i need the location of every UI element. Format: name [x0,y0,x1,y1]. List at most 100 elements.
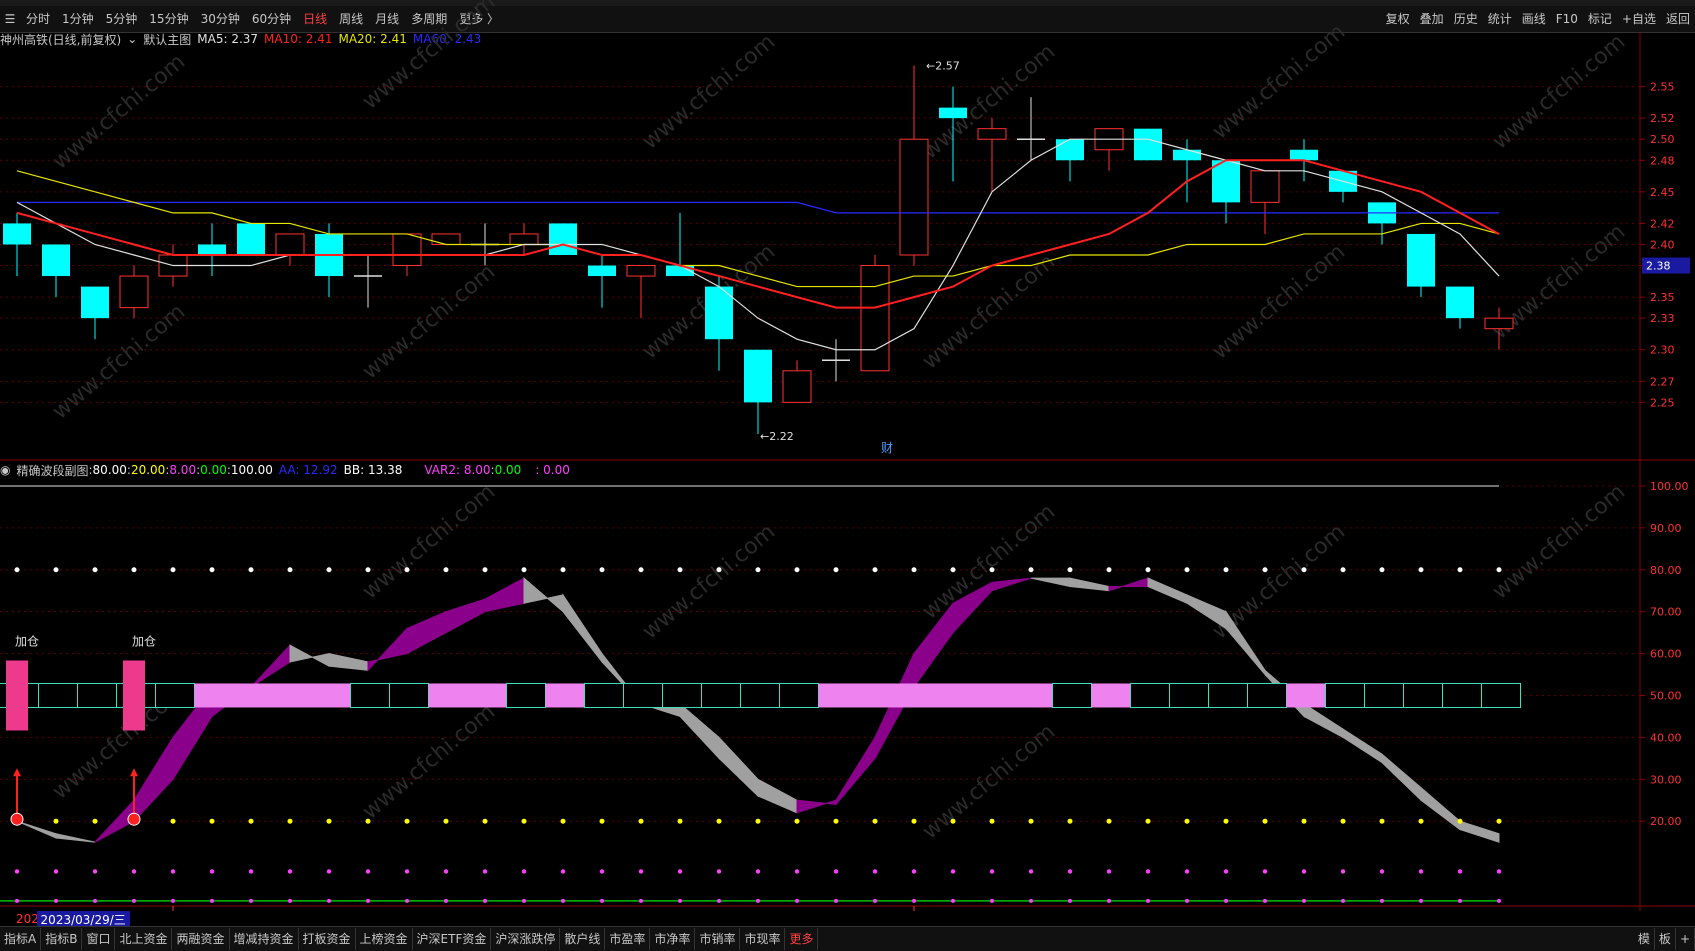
level-dot [1184,818,1190,824]
level-dot [131,567,137,573]
sub-tick-label: 20.00 [1650,815,1682,828]
bottom-tab-10[interactable]: 散户线 [560,928,606,950]
level-dot [287,818,293,824]
level-dot [1379,869,1385,874]
bottom-tab-11[interactable]: 市盈率 [605,928,651,950]
level-dot [248,818,254,824]
bottom-tab-15[interactable]: 更多 [785,928,819,950]
level-dot [1067,869,1073,874]
wave-ribbon [367,627,408,672]
level-dot [638,567,644,573]
level-dot [1301,869,1307,874]
bottom-right-0[interactable]: 模 [1634,928,1655,950]
signal-cell [155,682,195,708]
wave-ribbon [1342,728,1383,764]
level-dot [755,869,761,874]
level-dot [1301,818,1307,824]
level-dot [287,869,293,874]
level-dot [560,567,566,573]
bottom-tab-8[interactable]: 沪深ETF资金 [413,928,492,950]
bottom-tab-12[interactable]: 市净率 [650,928,696,950]
level-dot [1418,869,1424,874]
cursor-date: 2023/03/29/三 [36,910,130,928]
wave-ribbon [445,598,486,634]
wave-ribbon [523,577,564,613]
bottom-tab-6[interactable]: 打板资金 [299,928,356,950]
sub-tick-label: 60.00 [1650,648,1682,661]
level-dot [1496,869,1502,874]
candle-body [782,370,812,403]
zero-dot [951,898,955,903]
signal-cell [818,683,858,708]
candle-body [1250,170,1280,203]
zero-dot [678,898,682,903]
level-dot [755,818,761,824]
zero-dot [483,898,487,903]
level-dot [1262,818,1268,824]
signal-cell [389,682,429,708]
level-dot [1223,818,1229,824]
level-dot [677,818,683,824]
bottom-tab-13[interactable]: 市销率 [695,928,741,950]
level-dot [833,818,839,824]
zero-dot [1029,898,1033,903]
date-box: 2023 2023/03/29/三 [0,910,130,928]
candle-body [1290,149,1318,161]
zero-dot [990,898,994,903]
wave-ribbon [679,702,720,760]
watermark-text: www.cfchi.com [1488,479,1630,604]
wave-ribbon [1186,594,1227,630]
zero-dot [1458,898,1462,903]
bottom-tab-4[interactable]: 两融资金 [172,928,230,950]
level-dot [1145,567,1151,573]
level-dot [1418,818,1424,824]
zero-dot [522,898,526,903]
zero-dot [288,898,292,903]
zero-dot [1224,898,1228,903]
finance-marker: 财 [881,441,893,455]
buy-arrowhead [130,768,138,777]
signal-cell [1052,682,1092,708]
level-dot [755,567,761,573]
level-dot [92,567,98,573]
bottom-tab-9[interactable]: 沪深涨跌停 [491,928,561,950]
bottom-tab-1[interactable]: 指标B [41,928,83,950]
level-dot [911,567,917,573]
bottom-tab-7[interactable]: 上榜资金 [356,928,413,950]
level-dot [1457,869,1463,874]
level-dot [677,869,683,874]
signal-cell [623,682,663,708]
level-dot [716,818,722,824]
level-dot [14,567,20,573]
level-dot [443,567,449,573]
wave-ribbon [1303,702,1344,739]
wave-ribbon [1381,753,1422,802]
level-dot [326,567,332,573]
signal-cell [740,682,780,708]
zero-dot [756,898,760,903]
bottom-tab-5[interactable]: 增减持资金 [230,928,299,950]
zero-dot [210,898,214,903]
zero-dot [15,898,19,903]
bottom-tab-0[interactable]: 指标A [0,928,42,950]
level-dot [170,567,176,573]
candle-body [275,233,305,256]
bottom-right-1[interactable]: 板 [1655,928,1676,950]
bottom-tab-2[interactable]: 窗口 [82,928,116,950]
wave-ribbon [1030,577,1071,588]
zero-dot [1302,898,1306,903]
level-dot [833,567,839,573]
chart-canvas[interactable]: www.cfchi.com www.cfchi.com www.cfchi.com w… [0,0,1695,911]
bottom-right-2[interactable]: + [1676,928,1695,950]
bottom-tab-3[interactable]: 北上资金 [115,928,173,950]
level-dot [1301,567,1307,573]
bottom-tab-14[interactable]: 市现率 [740,928,786,950]
wave-ribbon [991,577,1032,592]
jiacang-bar [6,660,28,731]
signal-cell [584,682,624,708]
zero-dot [834,898,838,903]
level-dot [872,567,878,573]
level-dot [14,869,20,874]
level-dot [1028,818,1034,824]
buy-dot [127,812,141,826]
